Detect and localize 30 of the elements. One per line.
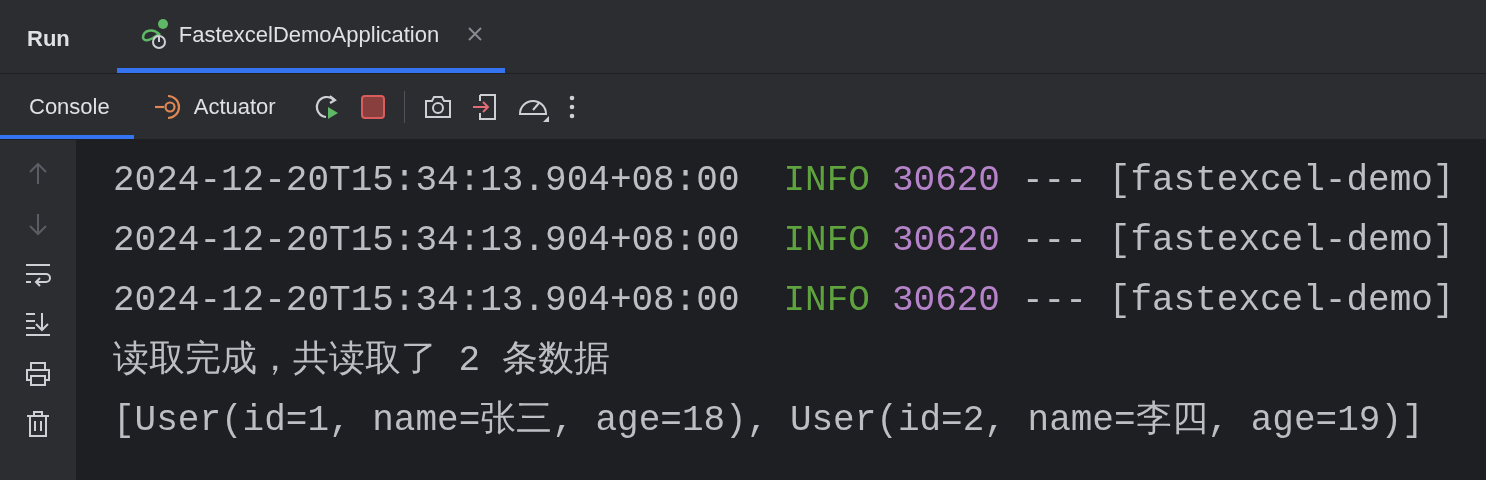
console-text: 30620 [891,219,1000,263]
tab-label: FastexcelDemoApplication [178,20,440,49]
console-text: INFO [783,159,870,203]
console-text: 2024-12-20T15:34:13.904+08:00 [113,279,740,323]
console-text: --- [1021,219,1087,263]
console-text: --- [1021,279,1087,323]
tab-label: Console [29,93,110,121]
run-tab[interactable]: FastexcelDemoApplication [116,0,506,73]
console-text: INFO [783,279,870,323]
stop-icon[interactable] [359,93,386,120]
close-icon[interactable] [467,26,484,42]
tab-label: Actuator [193,93,276,121]
console-text: [fastexcel-demo] [1108,279,1455,323]
console-text: 30620 [891,279,1000,323]
tool-window-title: Run [27,25,70,53]
camera-icon[interactable] [422,93,453,120]
print-icon[interactable] [24,360,52,388]
console-text: [fastexcel-demo] [1108,159,1455,203]
console-text: 读取完成，共读取了 2 条数据 [113,338,610,383]
scroll-to-end-icon[interactable] [24,310,52,338]
console-text: INFO [783,219,870,263]
console-text: 2024-12-20T15:34:13.904+08:00 [113,219,740,263]
exit-icon[interactable] [470,91,499,122]
console-text: --- [1021,159,1087,203]
console-text: 30620 [891,159,1000,203]
trash-icon[interactable] [24,410,52,438]
console-text: [User(id=1, name=张三, age=18), User(id=2, name=李四, age=19)] [113,399,1424,443]
console-text: [fastexcel-demo] [1108,219,1455,263]
console-tab[interactable]: Actuator [133,74,296,139]
console-text: 2024-12-20T15:34:13.904+08:00 [113,159,740,203]
